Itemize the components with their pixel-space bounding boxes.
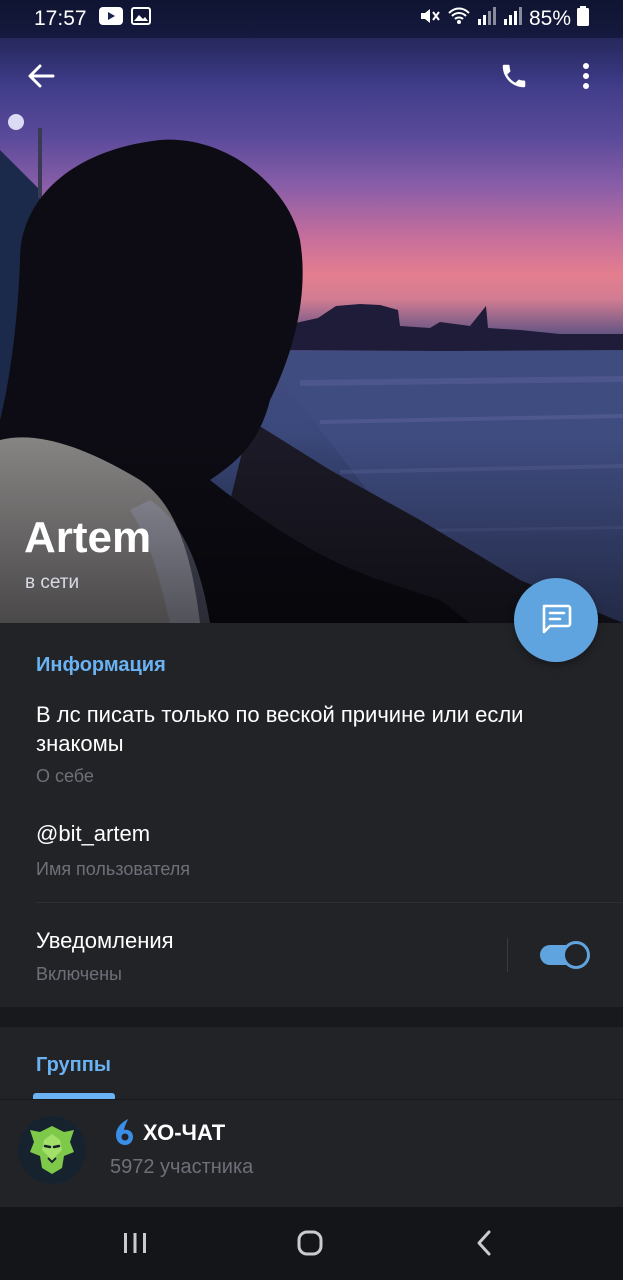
group-list-item[interactable]: ХО-ЧАТ 5972 участника: [0, 1100, 623, 1207]
username-text: @bit_artem: [36, 821, 151, 846]
top-bar: [0, 52, 623, 108]
phone-icon: [499, 61, 529, 96]
divider: [36, 902, 623, 903]
notifications-text: Уведомления: [36, 928, 174, 953]
mute-icon: [419, 6, 441, 32]
back-arrow-icon: [27, 62, 55, 95]
back-button[interactable]: [17, 54, 65, 102]
battery-icon: [577, 6, 589, 32]
battery-percent: 85%: [528, 7, 571, 30]
bio-label: О себе: [36, 766, 94, 786]
nav-back-button[interactable]: [460, 1221, 508, 1269]
system-nav-bar: [0, 1207, 623, 1280]
group-avatar: [18, 1116, 86, 1184]
vertical-divider: [507, 938, 508, 972]
more-vert-icon: [582, 62, 590, 95]
bio-text: В лс писать только по веской причине или…: [36, 702, 524, 756]
recent-apps-button[interactable]: [111, 1221, 159, 1269]
home-icon: [296, 1229, 324, 1262]
signal-icon: [477, 7, 497, 31]
toggle-knob: [562, 941, 590, 969]
online-status: в сети: [25, 572, 80, 593]
call-button[interactable]: [490, 54, 538, 102]
lion-logo-icon: [18, 1116, 86, 1184]
username-label: Имя пользователя: [36, 859, 191, 879]
status-time: 17:57: [34, 7, 87, 30]
notifications-toggle[interactable]: [538, 939, 592, 969]
wifi-icon: [447, 6, 471, 32]
tab-groups[interactable]: Группы: [36, 1054, 111, 1077]
info-section-title: Информация: [36, 654, 166, 676]
chat-bubble-icon: [538, 600, 574, 641]
gallery-icon: [130, 7, 151, 31]
status-bar: 17:57 85%: [0, 0, 623, 38]
group-members: 5972 участника: [110, 1156, 254, 1178]
status-right: 85%: [419, 6, 589, 32]
section-gap: [0, 1007, 623, 1027]
recent-apps-icon: [122, 1231, 148, 1260]
youtube-icon: [98, 7, 123, 31]
profile-name: Artem: [24, 513, 152, 562]
more-button[interactable]: [562, 54, 610, 102]
info-section: Информация В лс писать только по веской …: [0, 623, 623, 1007]
groups-section: Группы ХО-ЧАТ 5972 участника: [0, 1027, 623, 1207]
group-name: ХО-ЧАТ: [143, 1120, 226, 1145]
message-button[interactable]: [514, 578, 598, 662]
signal-icon: [503, 7, 523, 31]
back-icon: [474, 1229, 494, 1262]
home-button[interactable]: [286, 1221, 334, 1269]
notifications-state: Включены: [36, 964, 122, 984]
channel-badge-icon: [112, 1117, 136, 1147]
